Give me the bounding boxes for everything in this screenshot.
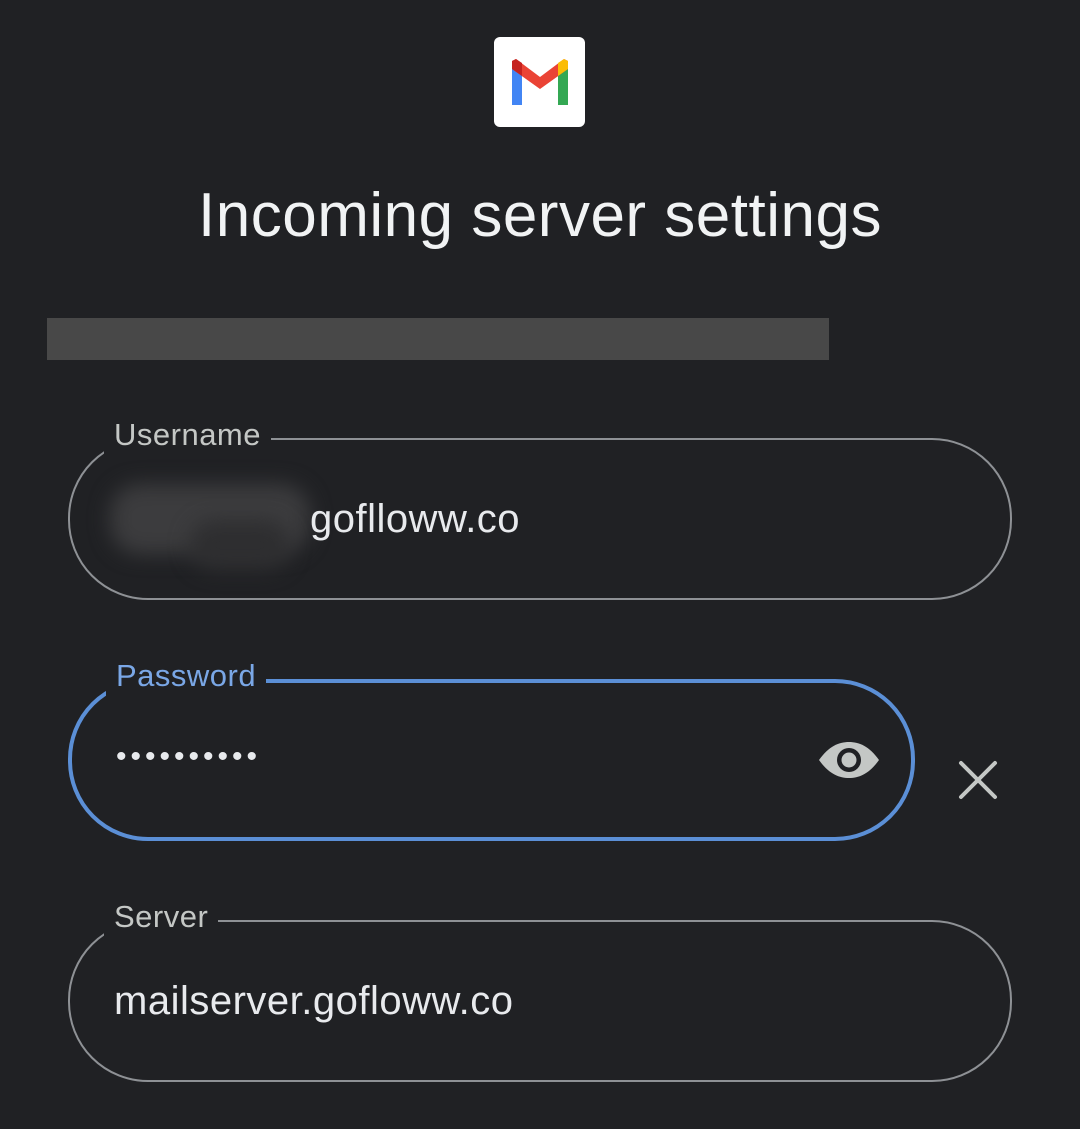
username-label: Username [104, 415, 271, 455]
server-label: Server [104, 897, 219, 937]
redacted-bar [47, 318, 829, 360]
page-title: Incoming server settings [198, 181, 882, 250]
gmail-logo-icon [494, 37, 585, 127]
eye-icon[interactable] [813, 734, 885, 786]
server-field[interactable]: Server mailserver.gofloww.co [68, 897, 1012, 1082]
password-field[interactable]: Password •••••••••• [68, 656, 915, 841]
server-value: mailserver.gofloww.co [114, 979, 514, 1023]
password-value: •••••••••• [116, 739, 262, 773]
password-label: Password [106, 656, 267, 696]
close-icon[interactable] [946, 748, 1010, 812]
username-field[interactable]: Username goflloww.co [68, 415, 1012, 600]
redacted-username-blur-secondary [190, 520, 290, 570]
username-value: goflloww.co [310, 497, 521, 541]
